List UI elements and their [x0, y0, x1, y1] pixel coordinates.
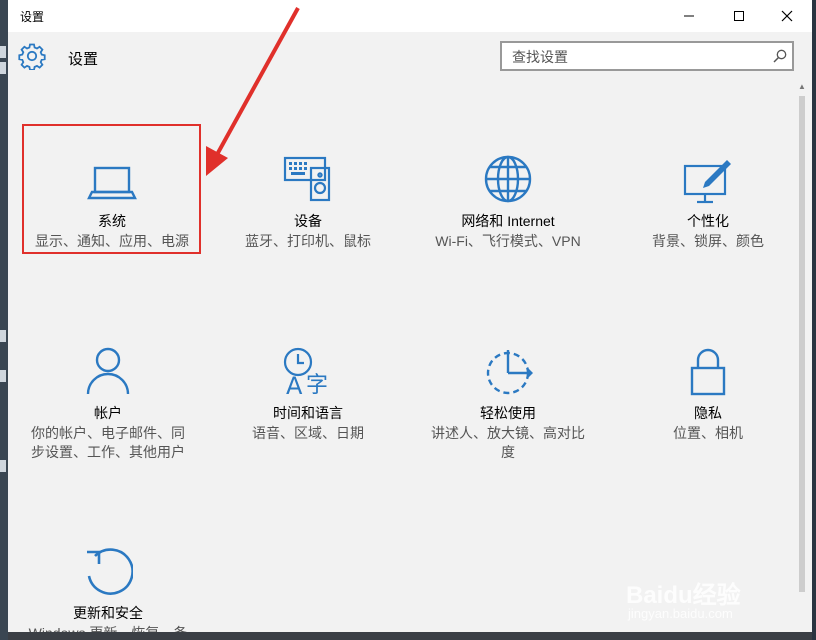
taskbar [8, 632, 812, 640]
watermark-logo: Baidu经验 [626, 582, 741, 609]
annotation-arrow [206, 7, 300, 176]
watermark-url: jingyan.baidu.com [628, 606, 733, 621]
